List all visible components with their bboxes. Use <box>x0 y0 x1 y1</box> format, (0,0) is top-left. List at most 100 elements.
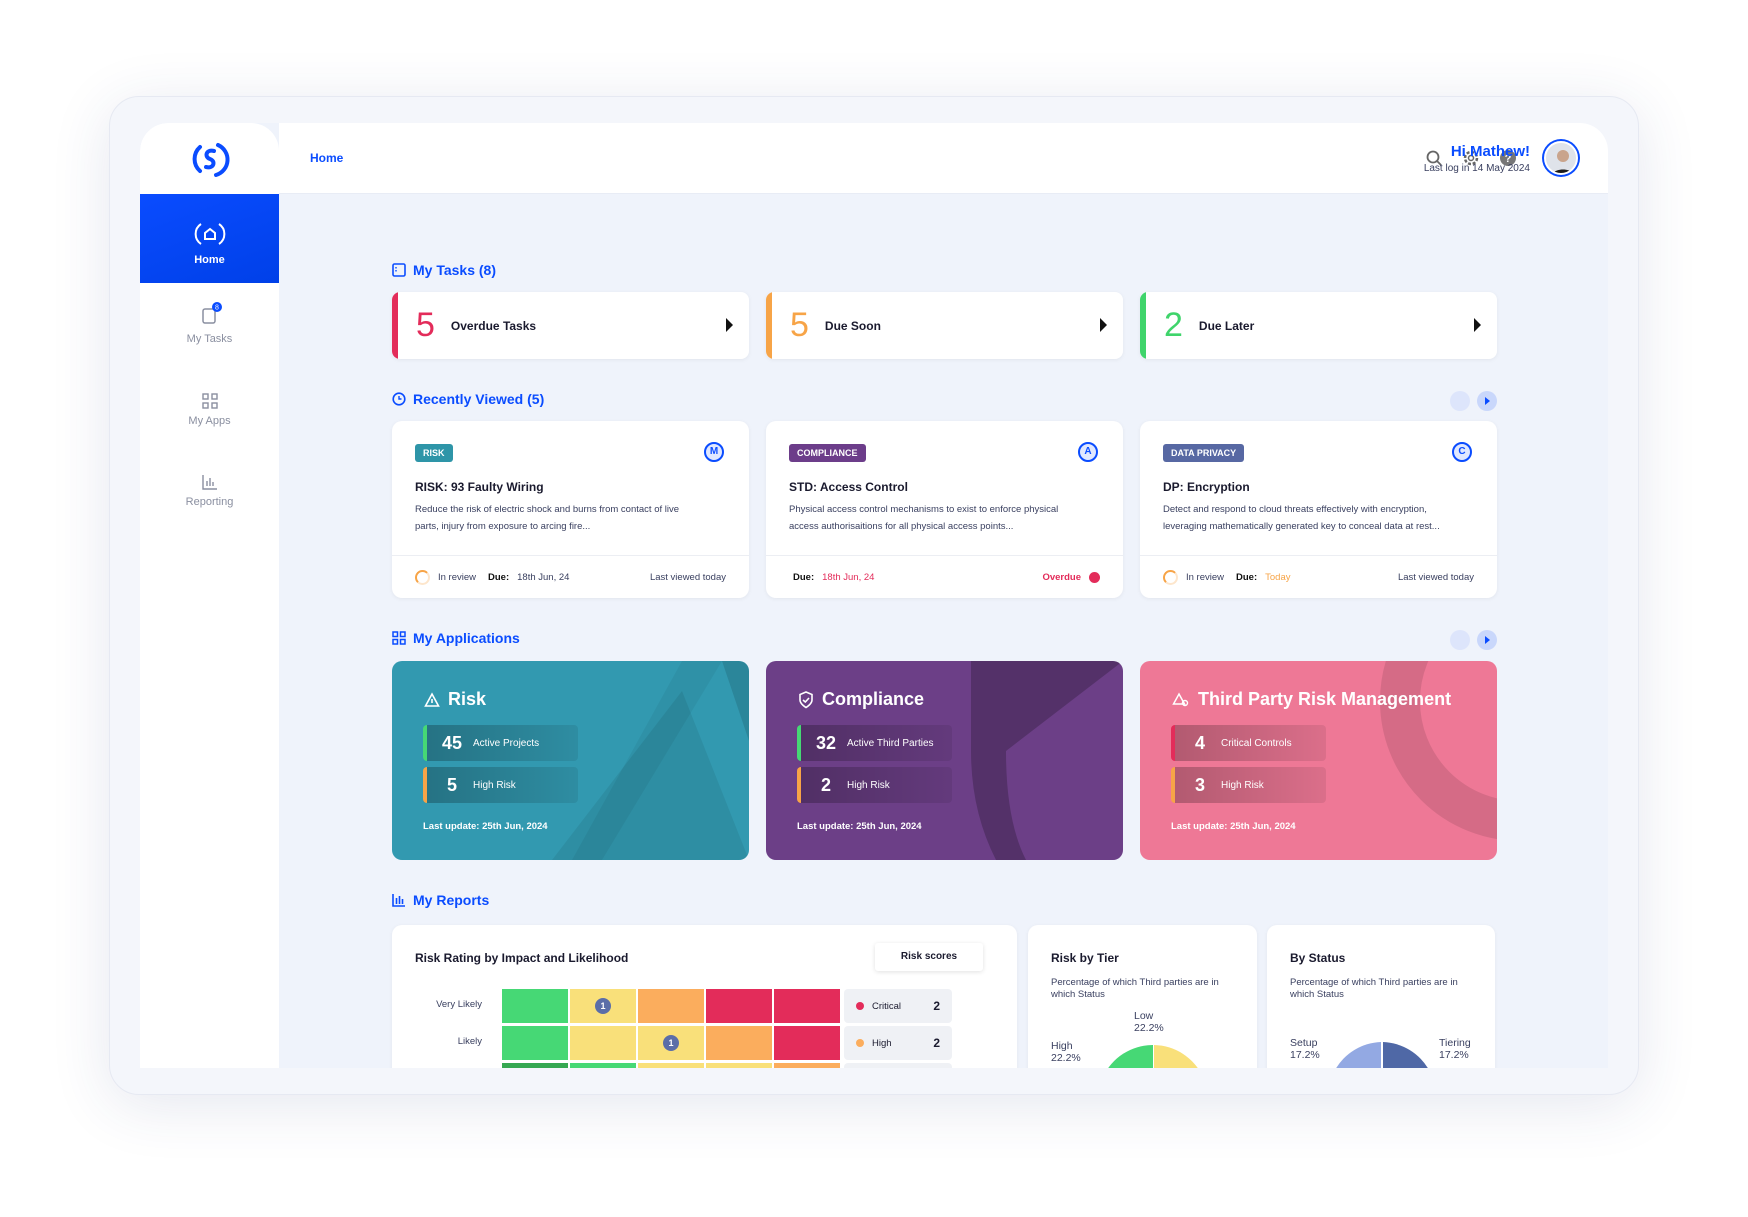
item-description: Physical access control mechanisms to ex… <box>789 504 1059 532</box>
clock-icon <box>392 392 406 406</box>
recent-item-card[interactable]: DATA PRIVACY C DP: Encryption Detect and re… <box>1140 421 1497 598</box>
last-login: Last log in 14 May 2024 <box>1423 163 1530 174</box>
assignee-avatar[interactable]: M <box>704 442 724 462</box>
my-reports-heading: My Reports <box>392 892 489 908</box>
my-tasks-heading: My Tasks (8) <box>392 262 496 278</box>
sidebar: Home 8 My Tasks My Apps Reporting <box>140 123 279 1068</box>
item-footer: In review Due: 18th Jun, 24 Last viewed tod… <box>392 555 749 598</box>
pie-label-tiering: Tiering 17.2% <box>1439 1037 1471 1061</box>
home-icon <box>194 223 225 245</box>
legend-dot-icon <box>856 1002 864 1010</box>
tasks-icon <box>392 263 406 277</box>
app-title: Third Party Risk Management <box>1172 689 1451 710</box>
carousel-prev-button[interactable] <box>1450 391 1470 411</box>
recent-item-card[interactable]: RISK M RISK: 93 Faulty Wiring Reduce the ri… <box>392 421 749 598</box>
sidebar-item-my-tasks[interactable]: 8 My Tasks <box>140 301 279 361</box>
heatmap-report-card: Risk Rating by Impact and Likelihood Ris… <box>392 925 1017 1068</box>
bar-chart-icon <box>201 475 217 490</box>
heatmap-cell[interactable] <box>774 989 840 1023</box>
category-tag: COMPLIANCE <box>789 444 866 462</box>
tier-pie-chart <box>1108 1045 1198 1068</box>
app-title: Compliance <box>798 689 924 710</box>
heatmap-cell[interactable] <box>502 1026 568 1060</box>
heatmap-cell[interactable] <box>706 1063 772 1068</box>
task-count: 2 <box>1164 306 1183 344</box>
report-title: Risk by Tier <box>1051 951 1119 965</box>
carousel-next-button[interactable] <box>1477 391 1497 411</box>
greeting-text: Hi Mathew! <box>1450 143 1530 160</box>
my-applications-heading: My Applications <box>392 630 520 646</box>
risk-count-badge[interactable]: 1 <box>595 998 611 1014</box>
pie-slice-tiering <box>1383 1042 1428 1068</box>
app-stat: 5 High Risk <box>423 767 578 803</box>
heatmap-cell[interactable] <box>570 1026 636 1060</box>
app-window: Home 8 My Tasks My Apps Reporting Home ?… <box>140 123 1608 1068</box>
recent-item-card[interactable]: COMPLIANCE A STD: Access Control Physical a… <box>766 421 1123 598</box>
item-footer: Due: 18th Jun, 24 Overdue <box>766 555 1123 598</box>
sidebar-item-label: My Tasks <box>186 333 233 345</box>
heatmap-row-label: Very Likely <box>436 999 482 1010</box>
due-date: 18th Jun, 24 <box>822 571 875 583</box>
last-viewed: Last viewed today <box>1397 571 1474 583</box>
risk-by-tier-card: Risk by Tier Percentage of which Third p… <box>1028 925 1257 1068</box>
carousel-prev-button[interactable] <box>1450 630 1470 650</box>
task-label: Due Later <box>1198 318 1255 333</box>
chevron-right-icon[interactable] <box>726 318 733 332</box>
task-label: Due Soon <box>824 318 881 333</box>
carousel-next-button[interactable] <box>1477 630 1497 650</box>
application-card[interactable]: Risk 45 Active Projects 5 High Risk Last upda… <box>392 661 749 860</box>
item-footer: In review Due: Today Last viewed today <box>1140 555 1497 598</box>
app-stat: 3 High Risk <box>1171 767 1326 803</box>
chevron-right-icon[interactable] <box>1100 318 1107 332</box>
sidebar-item-my-apps[interactable]: My Apps <box>140 393 279 443</box>
task-label: Overdue Tasks <box>450 318 537 333</box>
breadcrumb[interactable]: Home <box>310 151 343 165</box>
heatmap-cell[interactable] <box>638 989 704 1023</box>
heatmap-cell[interactable] <box>706 1026 772 1060</box>
heatmap-cell[interactable] <box>774 1063 840 1068</box>
task-count: 5 <box>416 306 435 344</box>
task-card[interactable]: 2 Due Later <box>1140 292 1497 359</box>
task-card[interactable]: 5 Due Soon <box>766 292 1123 359</box>
overdue-dot-icon <box>1089 571 1100 583</box>
report-subtitle: Percentage of which Third parties are in… <box>1051 977 1219 1000</box>
risk-scores-button[interactable]: Risk scores <box>875 943 983 971</box>
last-update: Last update: 25th Jun, 2024 <box>1171 821 1296 832</box>
pie-slice-high <box>1108 1045 1153 1068</box>
application-card[interactable]: Third Party Risk Management 4 Critical Con… <box>1140 661 1497 860</box>
assignee-avatar[interactable]: C <box>1452 442 1472 462</box>
legend-item: Critical 2 <box>844 989 952 1023</box>
shield-check-icon <box>799 690 813 708</box>
item-title: STD: Access Control <box>789 480 908 494</box>
heatmap-cell[interactable]: 1 <box>638 1026 704 1060</box>
item-title: DP: Encryption <box>1163 480 1250 494</box>
task-color-bar <box>392 292 398 359</box>
tasks-icon: 8 <box>201 302 222 324</box>
heatmap-cell[interactable] <box>502 1063 568 1068</box>
item-description: Reduce the risk of electric shock and bu… <box>415 504 680 532</box>
due-label: Due: <box>488 571 510 583</box>
logo-icon <box>192 143 230 177</box>
heatmap-cell[interactable]: 1 <box>570 989 636 1023</box>
risk-search-icon <box>1172 691 1189 706</box>
avatar[interactable] <box>1544 141 1578 175</box>
app-stat: 2 High Risk <box>797 767 952 803</box>
pie-slice-low <box>1154 1045 1198 1068</box>
item-title: RISK: 93 Faulty Wiring <box>415 480 544 494</box>
user-greeting: Hi Mathew! Last log in 14 May 2024 <box>1424 143 1530 174</box>
risk-count-badge[interactable]: 1 <box>663 1035 679 1051</box>
sidebar-item-reporting[interactable]: Reporting <box>140 474 279 524</box>
task-color-bar <box>766 292 772 359</box>
heatmap-cell[interactable] <box>706 989 772 1023</box>
sidebar-item-home[interactable]: Home <box>140 194 279 283</box>
report-title: By Status <box>1290 951 1346 965</box>
heatmap-cell[interactable] <box>570 1063 636 1068</box>
recently-viewed-heading: Recently Viewed (5) <box>392 391 544 407</box>
assignee-avatar[interactable]: A <box>1078 442 1098 462</box>
heatmap-cell[interactable] <box>638 1063 704 1068</box>
heatmap-cell[interactable] <box>774 1026 840 1060</box>
heatmap-cell[interactable] <box>502 989 568 1023</box>
chevron-right-icon[interactable] <box>1474 318 1481 332</box>
application-card[interactable]: Compliance 32 Active Third Parties 2 High Ri… <box>766 661 1123 860</box>
task-card[interactable]: 5 Overdue Tasks <box>392 292 749 359</box>
